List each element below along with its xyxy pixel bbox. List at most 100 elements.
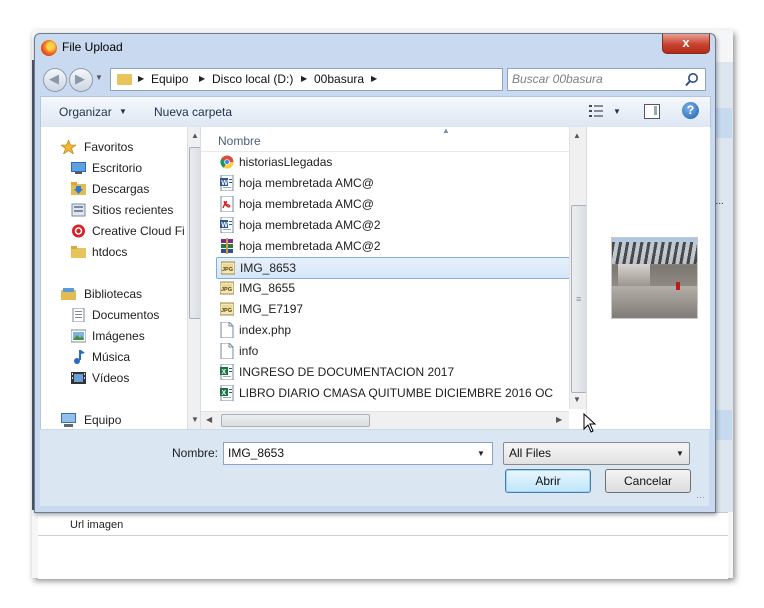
file-list-pane: Nombre ▲ historiasLlegadas Whoja membreta… [200,126,587,429]
breadcrumb-00basura[interactable]: 00basura [314,72,364,86]
file-name: hoja membretada AMC@ [239,197,374,211]
arrow-left-icon: ◀ [49,71,59,86]
file-list-scrollbar-thumb[interactable]: ≡ [571,205,587,393]
forward-button[interactable]: ▶ [69,68,93,92]
breadcrumb-separator-icon[interactable]: ▶ [199,74,205,83]
computer-icon [61,413,76,427]
sidebar-item-equipo[interactable]: Equipo [41,410,201,430]
navigation-pane: Favoritos Escritorio Descargas Sitios re… [40,127,204,430]
excel-icon: X [220,363,234,381]
search-box[interactable] [507,68,706,91]
file-row[interactable]: hoja membretada AMC@ [216,194,568,214]
sidebar-item-favoritos[interactable]: Favoritos [41,137,201,157]
sidebar-item-imagenes[interactable]: Imágenes [41,326,201,346]
sidebar-label-documentos: Documentos [92,308,160,322]
file-row[interactable]: historiasLlegadas [216,152,568,172]
file-name: hoja membretada AMC@2 [239,218,381,232]
music-icon [74,350,85,364]
file-list-vertical-scrollbar[interactable]: ▲ ≡ ▼ [569,127,587,409]
scroll-down-icon[interactable]: ▼ [573,395,581,404]
sidebar-item-escritorio[interactable]: Escritorio [41,158,201,178]
sidebar-label-imagenes: Imágenes [92,329,145,343]
file-name: info [239,344,259,358]
breadcrumb-separator-icon[interactable]: ▶ [301,74,307,83]
organize-dropdown-icon[interactable]: ▼ [119,107,127,116]
file-name: index.php [239,323,292,337]
column-header[interactable]: Nombre ▲ [201,126,571,152]
file-row-selected[interactable]: JPG IMG_8653 [216,257,570,279]
cancel-button[interactable]: Cancelar [605,469,691,493]
file-name-area: Nombre: ▼ All Files ▼ Abrir Cancelar ⋯ [40,430,709,506]
sidebar-item-bibliotecas[interactable]: Bibliotecas [41,284,201,304]
svg-text:JPG: JPG [221,308,232,314]
view-dropdown-icon[interactable]: ▼ [613,107,621,116]
sidebar-item-videos[interactable]: Vídeos [41,368,201,388]
sidebar-item-htdocs[interactable]: htdocs [41,242,201,262]
jpg-icon: JPG [219,280,235,296]
search-icon[interactable] [684,72,700,88]
file-name: historiasLlegadas [239,155,333,169]
firefox-icon [41,40,57,56]
scroll-up-icon[interactable]: ▲ [191,131,199,140]
sidebar-item-creative-cloud[interactable]: Creative Cloud Fi [41,221,201,241]
sidebar-item-descargas[interactable]: Descargas [41,179,201,199]
file-row[interactable]: X INGRESO DE DOCUMENTACION 2017 [216,362,568,382]
dialog-titlebar[interactable]: File Upload x [35,34,715,62]
file-list-horizontal-scrollbar[interactable]: ◀ ▶ [201,411,569,429]
scrollbar-grip-icon: ≡ [576,294,582,304]
file-name: INGRESO DE DOCUMENTACION 2017 [239,365,455,379]
scroll-left-icon[interactable]: ◀ [206,415,212,424]
breadcrumb-equipo[interactable]: Equipo [151,72,188,86]
filename-combobox[interactable]: ▼ [223,442,493,465]
scroll-right-icon[interactable]: ▶ [556,415,562,424]
file-row[interactable]: Whoja membretada AMC@ [216,173,568,193]
pictures-icon [71,329,86,343]
file-row[interactable]: JPG IMG_E7197 [216,299,568,319]
file-row[interactable]: X LIBRO DIARIO CMASA QUITUMBE DICIEMBRE 2… [216,383,568,403]
breadcrumb-separator-icon[interactable]: ▶ [371,74,377,83]
scroll-down-icon[interactable]: ▼ [191,415,199,424]
image-preview-thumbnail [611,237,698,319]
view-options-icon[interactable] [589,105,603,117]
sidebar-item-sitios-recientes[interactable]: Sitios recientes [41,200,201,220]
new-folder-button[interactable]: Nueva carpeta [154,105,232,119]
file-row[interactable]: JPG IMG_8655 [216,278,568,298]
sidebar-label-bibliotecas: Bibliotecas [84,287,143,301]
sidebar-item-documentos[interactable]: Documentos [41,305,201,325]
url-image-label: Url imagen [70,519,124,531]
file-name: IMG_8655 [239,281,296,295]
file-name: LIBRO DIARIO CMASA QUITUMBE DICIEMBRE 20… [239,386,554,400]
search-input[interactable] [512,71,677,87]
file-row[interactable]: info [216,341,568,361]
desktop-icon [71,162,86,174]
back-button[interactable]: ◀ [43,68,67,92]
column-header-name[interactable]: Nombre [218,134,261,148]
filename-dropdown-icon[interactable]: ▼ [477,449,485,458]
help-icon[interactable]: ? [682,102,699,119]
background-form-area [38,512,728,579]
svg-text:W: W [221,222,228,229]
file-list-hscroll-thumb[interactable] [221,414,370,427]
file-type-dropdown-icon[interactable]: ▼ [676,449,684,458]
organize-button[interactable]: Organizar [59,105,112,119]
breadcrumb-disco-local[interactable]: Disco local (D:) [212,72,293,86]
arrow-right-icon: ▶ [75,71,85,86]
address-bar[interactable]: ▶ Equipo ▶ Disco local (D:) ▶ 00basura ▶… [110,68,571,91]
resize-grip-icon[interactable]: ⋯ [696,492,705,503]
blank-file-icon [220,342,234,360]
filename-input[interactable] [228,445,468,461]
sidebar-item-musica[interactable]: Música [41,347,201,367]
videos-icon [71,372,86,384]
breadcrumb-separator-icon[interactable]: ▶ [138,74,144,83]
file-type-select[interactable]: All Files ▼ [503,442,690,465]
folder-icon [71,246,86,258]
preview-pane-toggle-icon[interactable] [644,104,660,119]
file-row[interactable]: Whoja membretada AMC@2 [216,215,568,235]
chrome-icon [220,154,234,170]
file-row[interactable]: index.php [216,320,568,340]
recent-locations-dropdown-icon[interactable]: ▼ [95,73,103,82]
scroll-up-icon[interactable]: ▲ [573,131,581,140]
close-button[interactable]: x [662,34,710,54]
open-button[interactable]: Abrir [505,469,591,493]
file-row[interactable]: hoja membretada AMC@2 [216,236,568,256]
